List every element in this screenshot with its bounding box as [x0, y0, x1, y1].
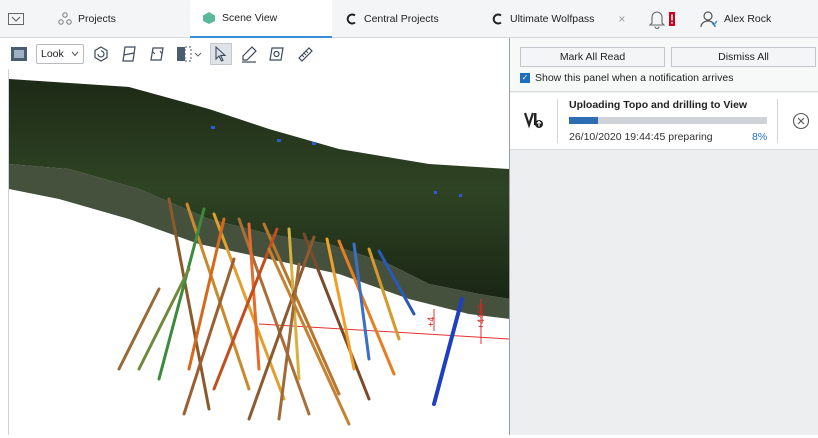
close-tab-icon[interactable]: ×: [618, 12, 625, 26]
drillhole: [117, 287, 161, 371]
collar-marker: [434, 191, 437, 194]
progress-bar: [569, 117, 767, 124]
snapshot-icon: [11, 47, 27, 61]
box-button[interactable]: [146, 43, 168, 65]
tab-label: Ultimate Wolfpass: [510, 13, 595, 25]
snapshot-button[interactable]: [8, 43, 30, 65]
select-button[interactable]: [210, 43, 232, 65]
progress-fill: [569, 117, 598, 124]
user-name: Alex Rock: [724, 13, 772, 25]
notifications-button[interactable]: [648, 0, 675, 38]
collar-marker: [312, 142, 316, 145]
central-icon: [346, 13, 356, 25]
tab-label: Projects: [78, 13, 116, 25]
pencil-icon: [242, 46, 257, 63]
tab-central-projects[interactable]: Central Projects: [346, 0, 439, 38]
divider: [557, 99, 558, 143]
scene-viewport[interactable]: +4466 +4: [8, 69, 511, 435]
collar-marker: [459, 194, 462, 197]
alert-badge-icon: [669, 12, 675, 26]
collar-marker: [277, 139, 281, 142]
tab-label: Scene View: [222, 12, 278, 24]
notification-title: Uploading Topo and drilling to View: [569, 99, 748, 111]
chevron-down-icon: [71, 51, 79, 57]
dismiss-notification-icon[interactable]: [792, 112, 810, 130]
tab-bar: Projects Scene View Central Projects Ult…: [0, 0, 818, 38]
cursor-icon: [215, 46, 227, 62]
slice-icon: [122, 46, 136, 62]
notification-timestamp: 26/10/2020 19:44:45 preparing: [569, 131, 713, 143]
look-label: Look: [41, 48, 64, 60]
dismiss-all-button[interactable]: Dismiss All: [671, 47, 816, 67]
notification-panel: Mark All Read Dismiss All ✓ Show this pa…: [509, 38, 818, 435]
menu-toggle[interactable]: [8, 0, 30, 38]
scene-view-icon: [203, 12, 215, 24]
show-panel-label: Show this panel when a notification arri…: [535, 72, 734, 84]
drillhole: [137, 267, 191, 371]
view-upload-icon: [524, 112, 543, 129]
divider: [777, 99, 778, 143]
scene-toolbar: Look: [8, 39, 508, 69]
rotate-button[interactable]: [90, 43, 112, 65]
user-menu[interactable]: Alex Rock: [700, 0, 771, 38]
section-button[interactable]: [174, 43, 204, 65]
draw-button[interactable]: [238, 43, 260, 65]
projects-icon: [58, 12, 72, 25]
show-panel-option[interactable]: ✓ Show this panel when a notification ar…: [520, 72, 733, 84]
tab-projects[interactable]: Projects: [58, 0, 116, 38]
measure-button[interactable]: [294, 43, 316, 65]
mark-all-read-button[interactable]: Mark All Read: [520, 47, 665, 67]
look-dropdown[interactable]: Look: [36, 44, 84, 64]
slice-button[interactable]: [118, 43, 140, 65]
grid-label: +4: [426, 317, 436, 327]
chevron-down-icon: [8, 13, 24, 25]
collar-marker: [211, 126, 215, 129]
bell-icon: [648, 11, 666, 29]
rotate-icon: [94, 46, 108, 62]
settings-button[interactable]: [266, 43, 288, 65]
notification-item: Uploading Topo and drilling to View 26/1…: [510, 93, 818, 150]
tab-ultimate-wolfpass[interactable]: Ultimate Wolfpass ×: [492, 0, 625, 38]
progress-percent: 8%: [752, 131, 768, 143]
grid-label: +4466: [476, 304, 486, 329]
tab-scene-view[interactable]: Scene View: [190, 0, 332, 38]
gear-icon: [269, 47, 284, 61]
scene-render: +4466 +4: [9, 79, 511, 426]
box-icon: [150, 47, 164, 61]
notification-panel-header: Mark All Read Dismiss All ✓ Show this pa…: [510, 38, 818, 92]
ruler-icon: [298, 47, 313, 62]
section-icon: [177, 46, 202, 62]
drillhole: [432, 297, 464, 406]
user-icon: [700, 11, 718, 28]
tab-label: Central Projects: [364, 13, 439, 25]
central-icon: [492, 13, 502, 25]
show-panel-checkbox[interactable]: ✓: [520, 73, 530, 83]
